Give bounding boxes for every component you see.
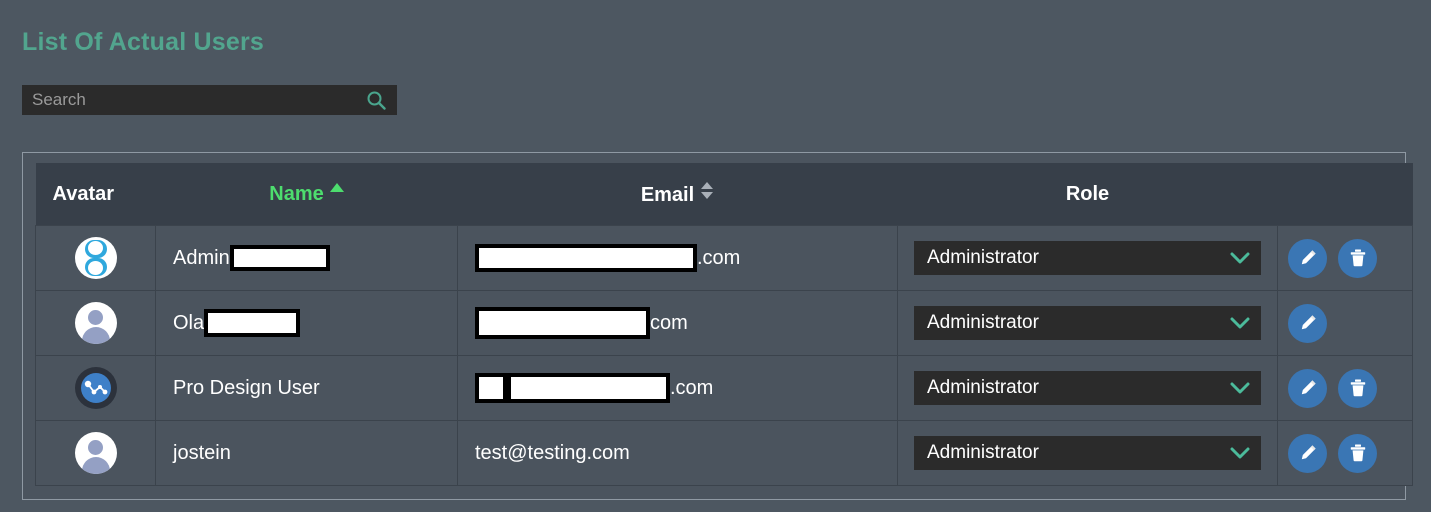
table-row: jostein test@testing.com Administrator xyxy=(35,420,1413,486)
role-select-value: Administrator xyxy=(927,312,1039,333)
user-name-text: Admin xyxy=(173,246,230,269)
users-page: List Of Actual Users Avatar Name xyxy=(0,0,1431,512)
name-cell: Pro Design User xyxy=(155,355,458,421)
default-person-avatar xyxy=(74,302,117,344)
edit-button[interactable] xyxy=(1288,303,1327,343)
email-cell: test@testing.com xyxy=(457,420,898,486)
avatar-cell xyxy=(35,290,156,356)
redacted-email-block xyxy=(507,373,670,403)
table-row: Admin .com Administrator xyxy=(35,225,1413,291)
column-header-avatar-label: Avatar xyxy=(52,182,115,205)
role-select[interactable]: Administrator xyxy=(914,371,1261,405)
table-body: Admin .com Administrator Ola com Adminis… xyxy=(35,225,1413,486)
actions-cell xyxy=(1277,225,1413,291)
email-cell: .com xyxy=(457,225,898,291)
sort-unsorted-icon xyxy=(701,181,714,199)
redacted-email-block xyxy=(475,307,650,339)
edit-button[interactable] xyxy=(1288,238,1327,278)
sort-ascending-icon xyxy=(329,182,344,192)
chevron-down-icon[interactable] xyxy=(1223,241,1257,275)
role-cell: Administrator xyxy=(897,420,1278,486)
role-select-value: Administrator xyxy=(927,377,1039,398)
edit-button[interactable] xyxy=(1288,433,1327,473)
table-row: Ola com Administrator xyxy=(35,290,1413,356)
role-cell: Administrator xyxy=(897,290,1278,356)
delete-button[interactable] xyxy=(1338,368,1377,408)
table-header-row: Avatar Name Email Role xyxy=(35,163,1413,226)
avatar-cell xyxy=(35,420,156,486)
chevron-down-icon[interactable] xyxy=(1223,371,1257,405)
email-cell: .com xyxy=(457,355,898,421)
table-row: Pro Design User .com Administrator xyxy=(35,355,1413,421)
column-header-email-label: Email xyxy=(640,183,695,206)
chart-logo-avatar xyxy=(74,367,117,409)
actions-cell xyxy=(1277,355,1413,421)
role-select[interactable]: Administrator xyxy=(914,436,1261,470)
search-icon[interactable] xyxy=(361,85,391,115)
chevron-down-icon[interactable] xyxy=(1223,436,1257,470)
avatar-cell xyxy=(35,355,156,421)
redacted-name-block xyxy=(204,309,301,337)
user-email-text: com xyxy=(650,311,688,334)
edit-button[interactable] xyxy=(1288,368,1327,408)
email-cell: com xyxy=(457,290,898,356)
column-header-avatar[interactable]: Avatar xyxy=(36,163,156,226)
page-title: List Of Actual Users xyxy=(22,28,265,56)
table-head: Avatar Name Email Role xyxy=(35,163,1413,226)
column-header-name-label: Name xyxy=(269,182,324,205)
delete-button[interactable] xyxy=(1338,238,1377,278)
name-cell: jostein xyxy=(155,420,458,486)
user-email-text: .com xyxy=(697,246,741,269)
avatar-cell xyxy=(35,225,156,291)
users-table-container: Avatar Name Email Role Admin .com Admini… xyxy=(22,152,1413,500)
search-input[interactable] xyxy=(22,86,361,114)
redacted-email-block xyxy=(475,373,507,403)
user-email-text: .com xyxy=(670,376,714,399)
actions-cell xyxy=(1277,420,1413,486)
role-select[interactable]: Administrator xyxy=(914,241,1261,275)
delete-button[interactable] xyxy=(1338,433,1377,473)
actions-cell xyxy=(1277,290,1413,356)
column-header-name[interactable]: Name xyxy=(156,163,458,226)
user-email-text: test@testing.com xyxy=(475,441,630,464)
user-name-text: Pro Design User xyxy=(173,376,320,399)
user-name-text: Ola xyxy=(173,311,205,334)
role-cell: Administrator xyxy=(897,225,1278,291)
column-header-email[interactable]: Email xyxy=(458,163,898,226)
user-name-text: jostein xyxy=(173,441,231,464)
role-select-value: Administrator xyxy=(927,442,1039,463)
column-header-role[interactable]: Role xyxy=(898,163,1278,226)
name-cell: Ola xyxy=(155,290,458,356)
search-box[interactable] xyxy=(22,85,397,115)
redacted-name-block xyxy=(229,245,330,271)
users-table: Avatar Name Email Role Admin .com Admini… xyxy=(35,163,1413,486)
chevron-down-icon[interactable] xyxy=(1223,306,1257,340)
role-select[interactable]: Administrator xyxy=(914,306,1261,340)
default-person-avatar xyxy=(74,432,117,474)
role-cell: Administrator xyxy=(897,355,1278,421)
column-header-role-label: Role xyxy=(1065,182,1110,205)
column-header-actions xyxy=(1278,163,1413,226)
hourglass-logo-avatar xyxy=(74,237,117,279)
role-select-value: Administrator xyxy=(927,247,1039,268)
delete-button-placeholder xyxy=(1338,304,1377,343)
name-cell: Admin xyxy=(155,225,458,291)
redacted-email-block xyxy=(475,244,697,272)
